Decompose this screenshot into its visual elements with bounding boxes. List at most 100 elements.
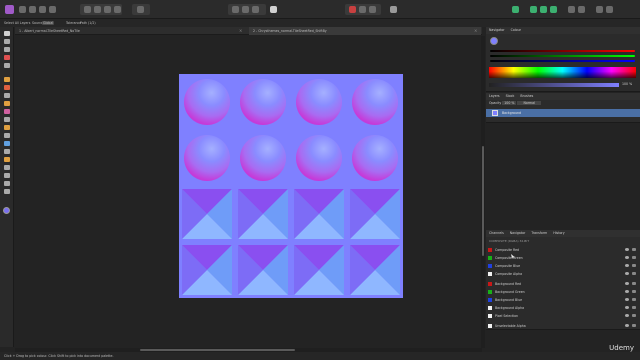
auto-contrast-icon[interactable]	[114, 6, 121, 13]
transform-icon[interactable]	[578, 6, 585, 13]
blur-tool-icon[interactable]	[4, 141, 10, 146]
move-tool-icon[interactable]	[4, 31, 10, 36]
visibility-eye-icon[interactable]	[625, 306, 629, 309]
panel-toggle-3-icon[interactable]	[550, 6, 557, 13]
hand-tool-icon[interactable]	[4, 189, 10, 194]
snapping-icon[interactable]	[349, 6, 356, 13]
clone-tool-icon[interactable]	[4, 133, 10, 138]
auto-levels-icon[interactable]	[104, 6, 111, 13]
opacity-slider[interactable]	[489, 83, 619, 87]
tab-channels[interactable]: Channels	[489, 231, 504, 235]
undo-icon[interactable]	[84, 6, 91, 13]
channel-options-icon[interactable]	[632, 248, 636, 251]
visibility-eye-icon[interactable]	[625, 298, 629, 301]
shape-tool-icon[interactable]	[4, 165, 10, 170]
channel-options-icon[interactable]	[632, 314, 636, 317]
erase-tool-icon[interactable]	[4, 117, 10, 122]
select-all-layers-label[interactable]: Select All Layers	[4, 19, 30, 27]
normal-map-image[interactable]	[179, 74, 403, 298]
visibility-eye-icon[interactable]	[625, 256, 629, 259]
tab-brushes[interactable]: Brushes	[520, 94, 533, 98]
studio-toggle-icon[interactable]	[512, 6, 519, 13]
tab-layers[interactable]: Layers	[489, 94, 500, 98]
channel-options-icon[interactable]	[632, 306, 636, 309]
visibility-eye-icon[interactable]	[625, 324, 629, 327]
channel-options-icon[interactable]	[632, 256, 636, 259]
tab-stock[interactable]: Stock	[506, 94, 515, 98]
blend-mode-dropdown[interactable]: Normal	[517, 101, 541, 105]
order-front-icon[interactable]	[369, 6, 376, 13]
channel-options-icon[interactable]	[632, 298, 636, 301]
gradient-tool-icon[interactable]	[4, 109, 10, 114]
zoom-tool-icon[interactable]	[4, 181, 10, 186]
primary-color-swatch[interactable]	[3, 207, 10, 214]
vertical-scrollbar[interactable]	[481, 36, 485, 348]
text-tool-icon[interactable]	[4, 173, 10, 178]
deselect-icon[interactable]	[242, 6, 249, 13]
persona-pixel-icon[interactable]	[19, 6, 26, 13]
current-colour-swatch[interactable]	[490, 37, 498, 45]
channel-row[interactable]: Composite Red	[486, 246, 640, 254]
settings-icon[interactable]	[606, 6, 613, 13]
assistant-icon[interactable]	[390, 6, 397, 13]
tolerance-value[interactable]: Path (1/2)	[80, 19, 96, 27]
tab-navigator[interactable]: Navigator	[510, 231, 526, 235]
layer-row-background[interactable]: Background	[486, 109, 640, 117]
channel-row[interactable]: Pixel Selection	[486, 312, 640, 320]
channel-row[interactable]: Background Green	[486, 288, 640, 296]
tab-document-1[interactable]: 1 - Albert_normal-TileSheetRed_NoTile	[15, 27, 247, 35]
channel-options-icon[interactable]	[632, 290, 636, 293]
tab-1-close-icon[interactable]: ×	[239, 27, 242, 35]
view-mode-icon[interactable]	[137, 6, 144, 13]
red-slider[interactable]	[490, 50, 635, 52]
align-icon[interactable]	[568, 6, 575, 13]
channel-row[interactable]: Background Red	[486, 280, 640, 288]
horizontal-scroll-thumb[interactable]	[140, 349, 295, 351]
blue-slider[interactable]	[490, 60, 635, 62]
visibility-eye-icon[interactable]	[625, 314, 629, 317]
order-back-icon[interactable]	[359, 6, 366, 13]
tab-navigator[interactable]: Navigator	[489, 28, 505, 32]
invert-selection-icon[interactable]	[252, 6, 259, 13]
crop-tool-icon[interactable]	[4, 47, 10, 52]
quick-mask-icon[interactable]	[270, 6, 277, 13]
channel-row[interactable]: Background Blue	[486, 296, 640, 304]
persona-export-icon[interactable]	[49, 6, 56, 13]
tab-colour[interactable]: Colour	[511, 28, 521, 32]
panel-toggle-2-icon[interactable]	[540, 6, 547, 13]
pen-tool-icon[interactable]	[4, 157, 10, 162]
channel-options-icon[interactable]	[632, 264, 636, 267]
channel-row[interactable]: Unselectable Alpha	[486, 322, 640, 330]
persona-develop-icon[interactable]	[39, 6, 46, 13]
panel-toggle-1-icon[interactable]	[530, 6, 537, 13]
tab-document-2[interactable]: 2 - Chrysthemes_normal-TileSheetRed_Shif…	[249, 27, 481, 35]
visibility-eye-icon[interactable]	[625, 272, 629, 275]
dodge-tool-icon[interactable]	[4, 125, 10, 130]
green-slider[interactable]	[490, 55, 635, 57]
tab-transform[interactable]: Transform	[531, 231, 547, 235]
channel-options-icon[interactable]	[632, 282, 636, 285]
layer-opacity-value[interactable]: 100 %	[502, 101, 517, 105]
channel-row[interactable]: Composite Alpha	[486, 270, 640, 278]
visibility-eye-icon[interactable]	[625, 264, 629, 267]
color-picker-icon[interactable]	[4, 93, 10, 98]
visibility-eye-icon[interactable]	[625, 248, 629, 251]
tab-history[interactable]: History	[553, 231, 564, 235]
share-icon[interactable]	[596, 6, 603, 13]
tab-2-close-icon[interactable]: ×	[474, 27, 477, 35]
channel-options-icon[interactable]	[632, 272, 636, 275]
selection-brush-icon[interactable]	[4, 55, 10, 60]
visibility-eye-icon[interactable]	[625, 290, 629, 293]
channel-row[interactable]: Background Alpha	[486, 304, 640, 312]
channel-row[interactable]: Composite Blue	[486, 262, 640, 270]
healing-tool-icon[interactable]	[4, 149, 10, 154]
fill-tool-icon[interactable]	[4, 101, 10, 106]
vertical-scroll-thumb[interactable]	[482, 146, 484, 256]
select-all-icon[interactable]	[232, 6, 239, 13]
colour-spectrum[interactable]	[489, 67, 636, 78]
redo-icon[interactable]	[94, 6, 101, 13]
persona-liquify-icon[interactable]	[29, 6, 36, 13]
document-canvas[interactable]	[15, 36, 482, 346]
view-tool-icon[interactable]	[4, 39, 10, 44]
visibility-eye-icon[interactable]	[625, 282, 629, 285]
